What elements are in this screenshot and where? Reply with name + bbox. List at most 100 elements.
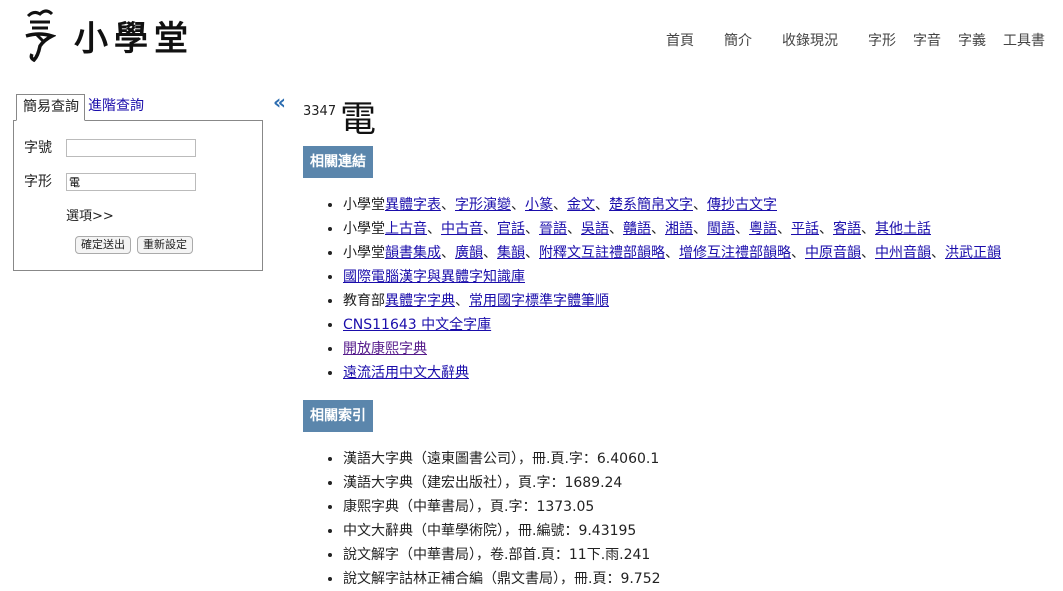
link-separator: 、: [455, 293, 469, 309]
resource-link[interactable]: 增修互注禮部韻略: [679, 245, 791, 261]
link-separator: 、: [567, 221, 581, 237]
resource-link[interactable]: 上古音: [385, 221, 427, 237]
related-index-list: 漢語大字典（遠東圖書公司），冊.頁.字：6.4060.1漢語大字典（建宏出版社）…: [303, 447, 661, 591]
resource-link[interactable]: 國際電腦漢字與異體字知識庫: [343, 269, 525, 285]
nav-reference-books[interactable]: 工具書: [1003, 30, 1045, 50]
site-logo[interactable]: 小學堂: [22, 6, 194, 64]
collapse-sidebar-icon[interactable]: «: [273, 92, 286, 112]
resource-link[interactable]: CNS11643 中文全字庫: [343, 317, 491, 333]
resource-link[interactable]: 洪武正韻: [945, 245, 1001, 261]
related-link-item: 教育部異體字字典、常用國字標準字體筆順: [343, 289, 1001, 313]
related-link-item: 小學堂上古音、中古音、官話、晉語、吳語、贛語、湘語、閩語、粵語、平話、客語、其他…: [343, 217, 1001, 241]
related-index-heading: 相關索引: [303, 400, 373, 432]
link-source-label: 小學堂: [343, 245, 385, 261]
link-separator: 、: [693, 197, 707, 213]
search-buttons: 確定送出 重新設定: [75, 236, 199, 254]
index-entry: 說文解字（中華書局），卷.部首.頁：11下.雨.241: [343, 543, 661, 567]
related-link-item: 國際電腦漢字與異體字知識庫: [343, 265, 1001, 289]
resource-link[interactable]: 附釋文互註禮部韻略: [539, 245, 665, 261]
search-tabs: 簡易查詢 進階查詢: [16, 94, 149, 121]
index-entry: 漢語大字典（建宏出版社），頁.字：1689.24: [343, 471, 661, 495]
char-form-row: 字形: [24, 171, 196, 191]
related-links-list: 小學堂異體字表、字形演變、小篆、金文、楚系簡帛文字、傳抄古文字小學堂上古音、中古…: [303, 193, 1001, 385]
char-number-input[interactable]: [66, 139, 196, 157]
index-entry: 說文解字詁林正補合編（鼎文書局），冊.頁：9.752: [343, 567, 661, 591]
nav-collection-status[interactable]: 收錄現況: [782, 30, 838, 50]
nav-sound[interactable]: 字音: [913, 30, 941, 50]
resource-link[interactable]: 廣韻: [455, 245, 483, 261]
nav-intro[interactable]: 簡介: [724, 30, 752, 50]
link-separator: 、: [441, 197, 455, 213]
resource-link[interactable]: 傳抄古文字: [707, 197, 777, 213]
link-separator: 、: [665, 245, 679, 261]
logo-text: 小學堂: [74, 18, 194, 59]
logo-seal-icon: [25, 9, 56, 63]
submit-button[interactable]: 確定送出: [75, 236, 131, 254]
link-separator: 、: [693, 221, 707, 237]
char-form-input[interactable]: [66, 173, 196, 191]
resource-link[interactable]: 中原音韻: [805, 245, 861, 261]
link-separator: 、: [651, 221, 665, 237]
related-link-item: 遠流活用中文大辭典: [343, 361, 1001, 385]
resource-link[interactable]: 遠流活用中文大辭典: [343, 365, 469, 381]
resource-link[interactable]: 字形演變: [455, 197, 511, 213]
resource-link[interactable]: 晉語: [539, 221, 567, 237]
resource-link[interactable]: 吳語: [581, 221, 609, 237]
link-separator: 、: [483, 221, 497, 237]
index-entry: 康熙字典（中華書局），頁.字：1373.05: [343, 495, 661, 519]
link-separator: 、: [595, 197, 609, 213]
related-link-item: 小學堂異體字表、字形演變、小篆、金文、楚系簡帛文字、傳抄古文字: [343, 193, 1001, 217]
resource-link[interactable]: 集韻: [497, 245, 525, 261]
related-links-heading: 相關連結: [303, 146, 373, 178]
char-number: 3347: [303, 104, 337, 119]
link-separator: 、: [931, 245, 945, 261]
resource-link[interactable]: 平話: [791, 221, 819, 237]
char-number-label: 字號: [24, 140, 52, 156]
char-number-row: 字號: [24, 137, 196, 157]
resource-link[interactable]: 閩語: [707, 221, 735, 237]
resource-link[interactable]: 湘語: [665, 221, 693, 237]
resource-link[interactable]: 客語: [833, 221, 861, 237]
resource-link[interactable]: 異體字表: [385, 197, 441, 213]
link-separator: 、: [819, 221, 833, 237]
resource-link[interactable]: 贛語: [623, 221, 651, 237]
nav-meaning[interactable]: 字義: [958, 30, 986, 50]
resource-link[interactable]: 中古音: [441, 221, 483, 237]
resource-link[interactable]: 中州音韻: [875, 245, 931, 261]
resource-link[interactable]: 開放康熙字典: [343, 341, 427, 357]
resource-link[interactable]: 常用國字標準字體筆順: [469, 293, 609, 309]
resource-link[interactable]: 官話: [497, 221, 525, 237]
resource-link[interactable]: 異體字字典: [385, 293, 455, 309]
link-separator: 、: [861, 245, 875, 261]
resource-link[interactable]: 金文: [567, 197, 595, 213]
link-separator: 、: [525, 245, 539, 261]
index-entry: 中文大辭典（中華學術院），冊.編號：9.43195: [343, 519, 661, 543]
link-separator: 、: [427, 221, 441, 237]
nav-home[interactable]: 首頁: [666, 30, 694, 50]
reset-button[interactable]: 重新設定: [137, 236, 193, 254]
resource-link[interactable]: 楚系簡帛文字: [609, 197, 693, 213]
link-separator: 、: [861, 221, 875, 237]
char-display: 電: [340, 99, 377, 140]
link-separator: 、: [483, 245, 497, 261]
related-link-item: CNS11643 中文全字庫: [343, 313, 1001, 337]
tab-advanced-search[interactable]: 進階查詢: [85, 94, 149, 119]
link-separator: 、: [525, 221, 539, 237]
related-link-item: 開放康熙字典: [343, 337, 1001, 361]
resource-link[interactable]: 小篆: [525, 197, 553, 213]
top-navigation: 首頁 簡介 收錄現況 字形 字音 字義 工具書: [666, 30, 1045, 50]
link-source-label: 教育部: [343, 293, 385, 309]
tab-simple-search[interactable]: 簡易查詢: [16, 94, 85, 121]
nav-glyph[interactable]: 字形: [868, 30, 896, 50]
link-separator: 、: [609, 221, 623, 237]
link-separator: 、: [441, 245, 455, 261]
options-toggle[interactable]: 選項>>: [66, 205, 114, 224]
link-separator: 、: [777, 221, 791, 237]
resource-link[interactable]: 其他土話: [875, 221, 931, 237]
resource-link[interactable]: 粵語: [749, 221, 777, 237]
link-source-label: 小學堂: [343, 197, 385, 213]
link-source-label: 小學堂: [343, 221, 385, 237]
link-separator: 、: [791, 245, 805, 261]
resource-link[interactable]: 韻書集成: [385, 245, 441, 261]
char-form-label: 字形: [24, 174, 52, 190]
